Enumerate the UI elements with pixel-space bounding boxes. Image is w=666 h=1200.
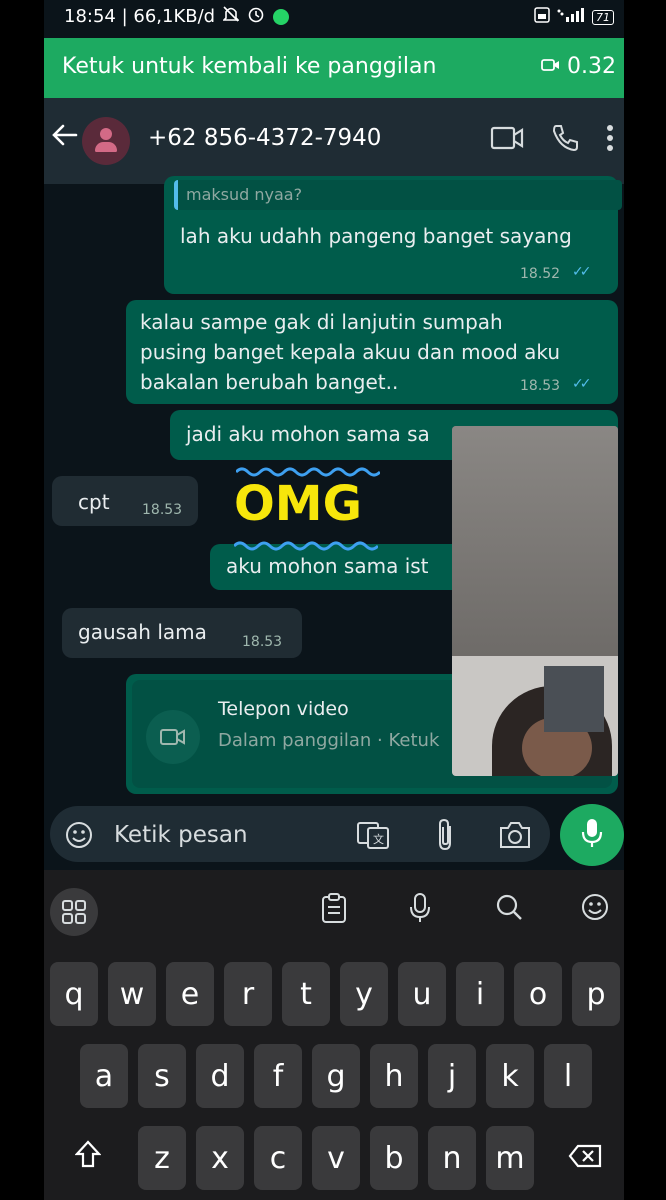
key-n[interactable]: n: [428, 1126, 476, 1190]
translate-icon[interactable]: 文: [356, 820, 390, 854]
voice-input-icon[interactable]: [408, 892, 432, 928]
contact-name[interactable]: +62 856-4372-7940: [148, 125, 381, 151]
camera-icon[interactable]: [498, 820, 532, 854]
message-text: jadi aku mohon sama sa: [186, 422, 430, 446]
on-screen-keyboard: q w e r t y u i o p a s d f g h j k l z …: [44, 948, 624, 1200]
message-text-line: bakalan berubah banget..: [140, 370, 399, 394]
key-h[interactable]: h: [370, 1044, 418, 1108]
microphone-icon: [581, 818, 603, 852]
battery-icon: 71: [592, 9, 614, 25]
svg-text:文: 文: [373, 832, 384, 846]
message-time: 18.53: [520, 378, 561, 394]
key-e[interactable]: e: [166, 962, 214, 1026]
key-t[interactable]: t: [282, 962, 330, 1026]
message-bubble-outgoing[interactable]: maksud nyaa? lah aku udahh pangeng bange…: [164, 176, 622, 294]
message-text-line: pusing banget kepala akuu dan mood aku: [140, 340, 561, 364]
return-to-call-label: Ketuk untuk kembali ke panggilan: [62, 54, 437, 79]
video-call-icon[interactable]: [490, 125, 524, 155]
message-time: 18.52: [520, 266, 561, 282]
alarm-icon: [247, 5, 265, 28]
message-input-placeholder: Ketik pesan: [114, 822, 248, 848]
video-call-small-icon: [541, 54, 561, 79]
key-s[interactable]: s: [138, 1044, 186, 1108]
key-a[interactable]: a: [80, 1044, 128, 1108]
attach-icon[interactable]: [436, 818, 456, 856]
message-time: 18.53: [142, 502, 183, 518]
apps-grid-icon[interactable]: [50, 888, 98, 936]
squiggle-decoration-bottom: [234, 541, 378, 551]
key-w[interactable]: w: [108, 962, 156, 1026]
backspace-key[interactable]: [552, 1126, 618, 1190]
message-text: cpt: [78, 490, 110, 514]
keyboard-toolbar: [44, 870, 624, 948]
message-time: 18.53: [242, 634, 283, 650]
key-g[interactable]: g: [312, 1044, 360, 1108]
shift-icon: [74, 1140, 102, 1176]
message-bubble-outgoing[interactable]: kalau sampe gak di lanjutin sumpah pusin…: [126, 300, 618, 404]
key-x[interactable]: x: [196, 1126, 244, 1190]
message-text: lah aku udahh pangeng banget sayang: [180, 224, 572, 248]
key-f[interactable]: f: [254, 1044, 302, 1108]
message-bubble-incoming[interactable]: cpt 18.53: [52, 476, 198, 526]
read-ticks-icon: ✓✓: [572, 264, 592, 280]
status-bar: 18:54 | 66,1KB/d 71: [44, 0, 624, 36]
more-options-icon[interactable]: [606, 124, 614, 156]
quoted-reply: maksud nyaa?: [174, 180, 622, 210]
video-call-subtitle: Dalam panggilan · Ketuk: [218, 730, 440, 751]
signal-icon: [556, 8, 586, 26]
key-l[interactable]: l: [544, 1044, 592, 1108]
phone-screen: 18:54 | 66,1KB/d 71 Ketuk untuk kembali …: [44, 0, 624, 1200]
key-z[interactable]: z: [138, 1126, 186, 1190]
key-q[interactable]: q: [50, 962, 98, 1026]
contact-avatar[interactable]: [82, 117, 130, 165]
mute-bell-icon: [222, 5, 241, 28]
message-text: aku mohon sama ist: [226, 554, 429, 578]
search-icon[interactable]: [494, 892, 524, 926]
message-composer: Ketik pesan 文: [44, 800, 624, 870]
video-call-preview[interactable]: [452, 426, 618, 776]
read-ticks-icon: ✓✓: [572, 376, 592, 392]
key-r[interactable]: r: [224, 962, 272, 1026]
key-i[interactable]: i: [456, 962, 504, 1026]
shift-key[interactable]: [50, 1126, 126, 1190]
key-u[interactable]: u: [398, 962, 446, 1026]
recording-dot-icon: [273, 8, 290, 25]
call-timer-value: 0.32: [567, 54, 616, 79]
emoji-keyboard-icon[interactable]: [580, 892, 610, 926]
return-to-call-banner[interactable]: Ketuk untuk kembali ke panggilan 0.32: [44, 38, 624, 98]
key-o[interactable]: o: [514, 962, 562, 1026]
voice-call-icon[interactable]: [550, 123, 580, 157]
voice-record-button[interactable]: [560, 804, 624, 866]
key-k[interactable]: k: [486, 1044, 534, 1108]
video-call-title: Telepon video: [218, 698, 349, 720]
key-m[interactable]: m: [486, 1126, 534, 1190]
backspace-icon: [568, 1141, 602, 1176]
emoji-icon[interactable]: [64, 820, 94, 850]
key-p[interactable]: p: [572, 962, 620, 1026]
omg-overlay-text: OMG: [234, 476, 362, 532]
key-d[interactable]: d: [196, 1044, 244, 1108]
call-timer: 0.32: [541, 54, 616, 79]
quoted-text: maksud nyaa?: [186, 185, 303, 204]
key-c[interactable]: c: [254, 1126, 302, 1190]
key-j[interactable]: j: [428, 1044, 476, 1108]
message-input-box[interactable]: Ketik pesan 文: [50, 806, 550, 862]
key-b[interactable]: b: [370, 1126, 418, 1190]
key-v[interactable]: v: [312, 1126, 360, 1190]
status-time-network: 18:54 | 66,1KB/d: [64, 6, 216, 27]
message-text-line: kalau sampe gak di lanjutin sumpah: [140, 310, 503, 334]
message-bubble-incoming[interactable]: gausah lama 18.53: [62, 608, 302, 658]
message-text: gausah lama: [78, 620, 207, 644]
battery-level: 71: [596, 10, 610, 24]
clipboard-icon[interactable]: [320, 892, 348, 928]
back-arrow-icon[interactable]: [50, 120, 80, 158]
video-call-circle-icon: [146, 710, 200, 764]
key-y[interactable]: y: [340, 962, 388, 1026]
chat-header: +62 856-4372-7940: [44, 98, 624, 184]
data-saver-icon: [534, 7, 550, 27]
